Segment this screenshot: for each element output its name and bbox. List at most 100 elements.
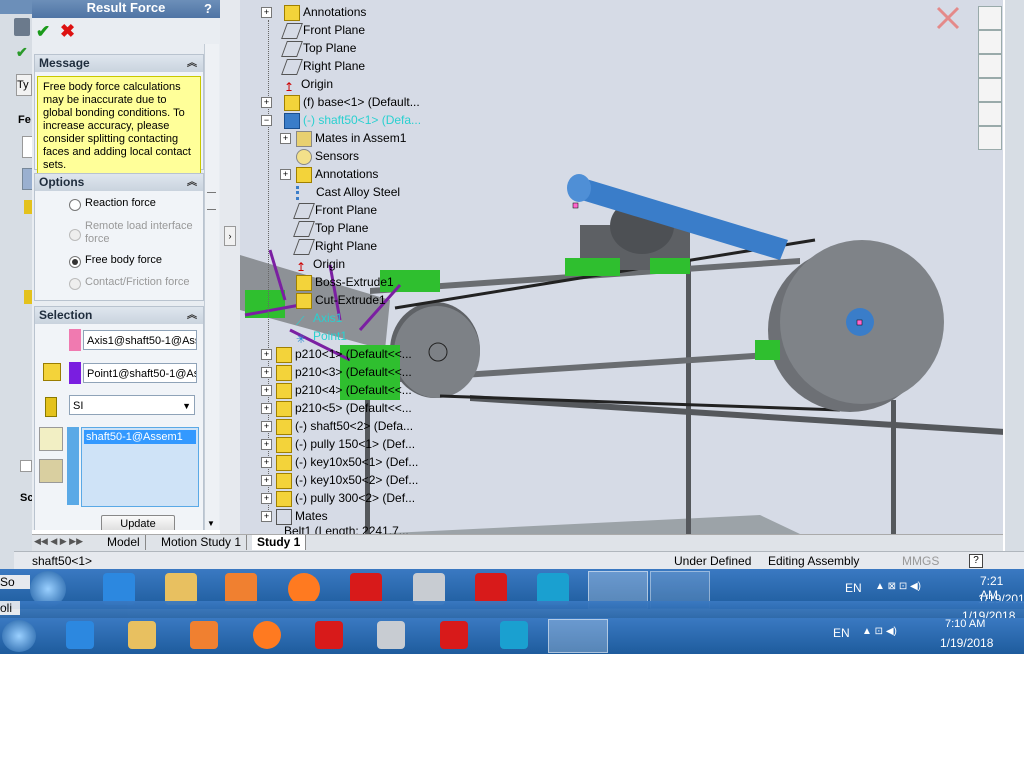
tree-item[interactable]: p210<4> (Default<<... (276, 381, 412, 399)
tree-item[interactable]: Cut-Extrude1 (296, 291, 386, 309)
ie-icon-2[interactable] (66, 621, 94, 649)
tree-item[interactable]: p210<3> (Default<<... (276, 363, 412, 381)
language-indicator-2[interactable]: EN (833, 626, 850, 640)
scrollbar-grip[interactable] (207, 192, 216, 210)
expand-toggle[interactable]: + (261, 7, 272, 18)
solidworks-icon-2[interactable] (315, 621, 343, 649)
tree-item[interactable]: (-) key10x50<2> (Def... (276, 471, 418, 489)
expand-toggle[interactable]: + (261, 511, 272, 522)
strip-tab-ty[interactable]: Ty (16, 74, 32, 96)
view-palette-icon[interactable] (978, 78, 1002, 102)
tree-item[interactable]: Top Plane (293, 219, 368, 237)
expand-toggle[interactable]: + (280, 133, 291, 144)
strip-check-icon[interactable]: ✔ (16, 44, 28, 61)
selection-group-header[interactable]: Selection ︽ (35, 307, 203, 324)
media-player-icon-2[interactable] (190, 621, 218, 649)
solidworks-task-button-2[interactable] (548, 619, 608, 653)
component-filter-icon[interactable] (39, 427, 63, 451)
tree-item[interactable]: ↥ Origin (296, 255, 345, 274)
expand-toggle[interactable]: + (261, 367, 272, 378)
ok-check-icon[interactable]: ✔ (36, 22, 50, 42)
clock-time-2[interactable]: 7:10 AM (945, 618, 985, 630)
tree-item-selected[interactable]: (-) shaft50<1> (Defa... (284, 111, 421, 129)
options-group-header[interactable]: Options ︽ (35, 174, 203, 191)
calculator-icon-2[interactable] (377, 621, 405, 649)
tree-item[interactable]: Right Plane (281, 57, 365, 75)
expand-toggle[interactable]: + (261, 403, 272, 414)
tab-study-1[interactable]: Study 1 (252, 535, 307, 550)
reaction-force-radio[interactable] (69, 199, 81, 211)
expand-toggle[interactable]: + (261, 349, 272, 360)
tree-item[interactable]: Sensors (296, 147, 359, 165)
tree-item[interactable]: Mates in Assem1 (296, 129, 406, 147)
point-selection-field[interactable]: Point1@shaft50-1@As (83, 363, 197, 383)
tree-item[interactable]: Front Plane (293, 201, 377, 219)
axis-selection-field[interactable]: Axis1@shaft50-1@Ass (83, 330, 197, 350)
firefox-icon-2[interactable] (253, 621, 281, 649)
tab-motion-study-1[interactable]: Motion Study 1 (156, 535, 248, 550)
expand-toggle[interactable]: + (261, 385, 272, 396)
tree-item[interactable]: Annotations (296, 165, 378, 183)
expand-toggle[interactable]: + (261, 97, 272, 108)
splitter[interactable]: › (220, 0, 240, 534)
remote-load-radio[interactable] (69, 229, 81, 241)
strip-field[interactable] (22, 136, 32, 158)
tree-item[interactable]: Cast Alloy Steel (296, 183, 400, 201)
expand-toggle[interactable]: + (261, 421, 272, 432)
appearances-icon[interactable] (978, 102, 1002, 126)
collapse-toggle[interactable]: − (261, 115, 272, 126)
design-library-icon[interactable] (978, 30, 1002, 54)
custom-properties-icon[interactable] (978, 126, 1002, 150)
strip-checkbox[interactable] (20, 460, 32, 472)
expand-toggle[interactable]: + (261, 493, 272, 504)
tree-item[interactable]: Top Plane (281, 39, 356, 57)
scroll-down-icon[interactable]: ▼ (207, 519, 215, 528)
expand-toggle[interactable]: + (261, 475, 272, 486)
strip-field-2[interactable] (22, 168, 32, 190)
tree-item[interactable]: Front Plane (281, 21, 365, 39)
tray-icons-2[interactable]: ▲ ⊡ ◀) (862, 626, 897, 637)
autocad-icon-2[interactable] (440, 621, 468, 649)
status-help-button[interactable]: ? (969, 554, 983, 568)
tab-scroll-arrows-icon[interactable]: ◀◀ ◀ ▶ ▶▶ (34, 536, 83, 547)
free-body-force-radio[interactable] (69, 256, 81, 268)
expand-toggle[interactable]: + (280, 169, 291, 180)
component-list-item[interactable]: shaft50-1@Assem1 (84, 430, 196, 444)
tree-item[interactable]: p210<5> (Default<<... (276, 399, 412, 417)
cancel-x-icon[interactable]: ✖ (60, 21, 75, 42)
app-icon-2[interactable] (500, 621, 528, 649)
component-selection-list[interactable]: shaft50-1@Assem1 (81, 427, 199, 507)
contact-friction-radio[interactable] (69, 278, 81, 290)
start-button-2[interactable] (2, 620, 36, 652)
tree-item[interactable]: p210<1> (Default<<... (276, 345, 412, 363)
message-group-header[interactable]: Message ︽ (35, 55, 203, 72)
units-select[interactable]: SI ▼ (69, 395, 195, 415)
tree-item[interactable]: ↥ Origin (284, 75, 333, 94)
tree-item[interactable]: ✳ Point1 (296, 327, 347, 346)
status-units[interactable]: MMGS (902, 552, 939, 570)
tree-item[interactable]: ⟋ Axis1 (296, 309, 342, 328)
tab-model[interactable]: Model (102, 535, 146, 550)
clock-date-2[interactable]: 1/19/2018 (940, 636, 993, 650)
update-button[interactable]: Update (101, 515, 175, 530)
tree-item[interactable]: Belt1 (Length: 2241.7... (284, 522, 409, 534)
expand-toggle[interactable]: + (261, 439, 272, 450)
tree-item[interactable]: (-) key10x50<1> (Def... (276, 453, 418, 471)
strip-button[interactable] (14, 18, 30, 36)
tree-item[interactable]: Right Plane (293, 237, 377, 255)
help-button[interactable]: ? (204, 1, 216, 16)
tray-icons[interactable]: ▲ ⊠ ⊡ ◀) (875, 581, 921, 592)
tree-item[interactable]: (-) shaft50<2> (Defa... (276, 417, 413, 435)
tree-item[interactable]: Boss-Extrude1 (296, 273, 394, 291)
assembly-filter-icon[interactable] (39, 459, 63, 483)
tree-item[interactable]: (-) pully 150<1> (Def... (276, 435, 415, 453)
home-icon[interactable] (978, 6, 1002, 30)
pm-scrollbar[interactable]: ▼ (204, 44, 219, 530)
expand-toggle[interactable]: + (261, 457, 272, 468)
file-explorer-icon[interactable] (978, 54, 1002, 78)
collapse-panel-icon[interactable]: › (224, 226, 236, 246)
explorer-icon-2[interactable] (128, 621, 156, 649)
tree-item[interactable]: (f) base<1> (Default... (284, 93, 420, 111)
tree-item[interactable]: Annotations (284, 3, 366, 21)
language-indicator[interactable]: EN (845, 581, 862, 595)
